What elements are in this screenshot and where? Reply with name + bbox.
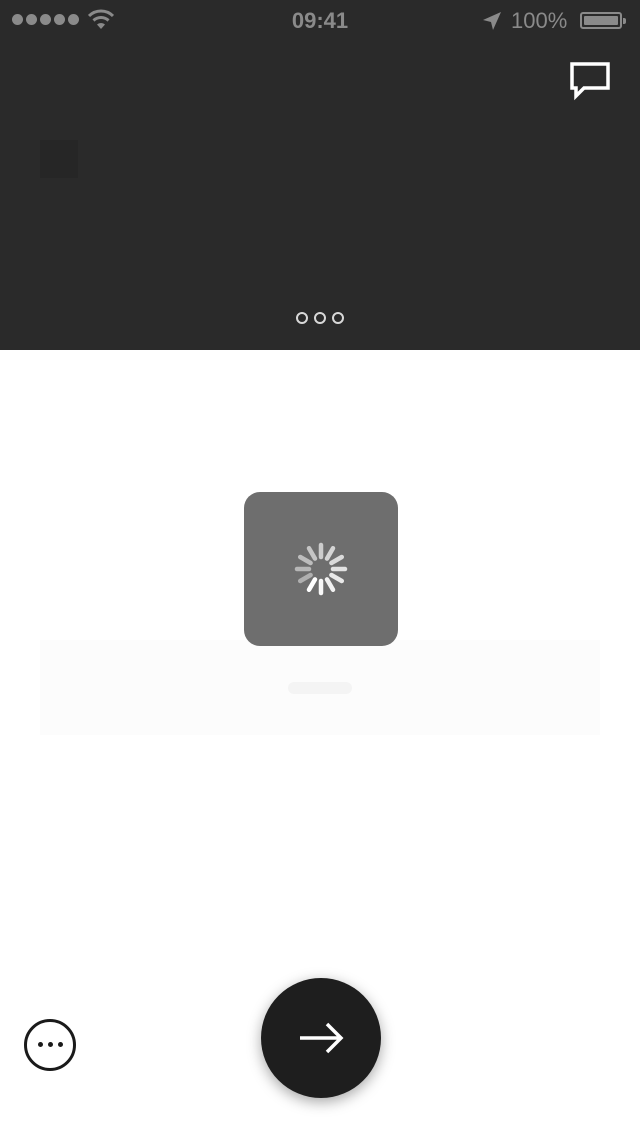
battery-percent: 100%: [511, 8, 568, 33]
screen: 09:41 100%: [0, 0, 640, 1136]
chat-bubble-icon[interactable]: [566, 58, 614, 106]
spinner-spoke: [329, 572, 345, 584]
spinner-spoke: [297, 572, 313, 584]
location-arrow-icon: [482, 11, 502, 36]
loading-overlay: [244, 492, 398, 646]
page-dot[interactable]: [314, 312, 326, 324]
spinner-spoke: [329, 554, 345, 566]
spinner-spoke: [324, 577, 336, 593]
next-button[interactable]: [261, 978, 381, 1098]
spinner-spoke: [324, 545, 336, 561]
arrow-right-icon: [300, 1022, 344, 1054]
spinner-icon: [294, 542, 348, 596]
more-options-button[interactable]: [24, 1019, 76, 1071]
spinner-spoke: [306, 577, 318, 593]
page-dot[interactable]: [296, 312, 308, 324]
spinner-spoke: [297, 554, 313, 566]
spinner-spoke: [306, 545, 318, 561]
page-dot[interactable]: [332, 312, 344, 324]
battery-icon: [580, 12, 626, 29]
page-indicator[interactable]: [0, 312, 640, 324]
header-placeholder: [40, 140, 78, 178]
status-bar: 09:41 100%: [0, 0, 640, 40]
content-placeholder-line: [288, 682, 352, 694]
header-panel: 09:41 100%: [0, 0, 640, 350]
ellipsis-circle-icon: [27, 1042, 73, 1047]
